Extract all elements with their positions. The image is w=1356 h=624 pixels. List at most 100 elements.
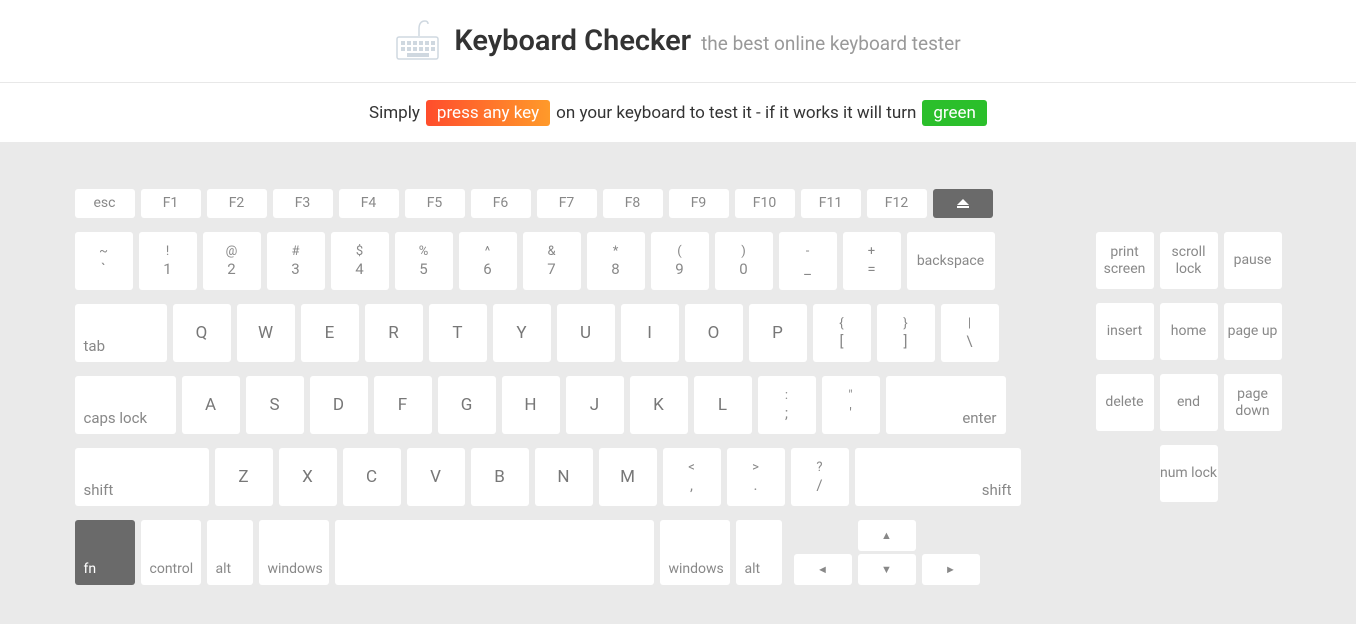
key-m[interactable]: M bbox=[599, 448, 657, 506]
key-f10[interactable]: F10 bbox=[735, 189, 795, 218]
key-s[interactable]: S bbox=[246, 376, 304, 434]
key-arrow-right[interactable]: ► bbox=[922, 554, 980, 585]
key-esc[interactable]: esc bbox=[75, 189, 135, 218]
key-f1[interactable]: F1 bbox=[141, 189, 201, 218]
instructions-prefix: Simply bbox=[369, 103, 420, 123]
key-delete[interactable]: delete bbox=[1096, 374, 1154, 431]
key-v[interactable]: V bbox=[407, 448, 465, 506]
key-slash[interactable]: ?/ bbox=[791, 448, 849, 506]
press-any-key-badge: press any key bbox=[426, 100, 550, 126]
main-keyboard: esc F1 F2 F3 F4 F5 F6 F7 F8 F9 F10 F11 F… bbox=[75, 189, 1021, 624]
key-eject[interactable] bbox=[933, 189, 993, 218]
key-dash[interactable]: -_ bbox=[779, 232, 837, 290]
key-arrow-down[interactable]: ▼ bbox=[858, 554, 916, 585]
key-f2[interactable]: F2 bbox=[207, 189, 267, 218]
key-6[interactable]: ^6 bbox=[459, 232, 517, 290]
key-shift-right[interactable]: shift bbox=[855, 448, 1021, 506]
key-4[interactable]: $4 bbox=[331, 232, 389, 290]
key-9[interactable]: (9 bbox=[651, 232, 709, 290]
key-7[interactable]: &7 bbox=[523, 232, 581, 290]
keyboard-icon bbox=[395, 19, 440, 64]
key-home[interactable]: home bbox=[1160, 303, 1218, 360]
key-alt-right[interactable]: alt bbox=[736, 520, 782, 585]
key-w[interactable]: W bbox=[237, 304, 295, 362]
side-keyboard: print screen scroll lock pause insert ho… bbox=[1096, 232, 1282, 624]
key-num-lock[interactable]: num lock bbox=[1160, 445, 1218, 502]
key-f4[interactable]: F4 bbox=[339, 189, 399, 218]
key-i[interactable]: I bbox=[621, 304, 679, 362]
key-o[interactable]: O bbox=[685, 304, 743, 362]
key-b[interactable]: B bbox=[471, 448, 529, 506]
key-f7[interactable]: F7 bbox=[537, 189, 597, 218]
key-y[interactable]: Y bbox=[493, 304, 551, 362]
green-badge: green bbox=[922, 100, 987, 126]
key-n[interactable]: N bbox=[535, 448, 593, 506]
instructions-middle: on your keyboard to test it - if it work… bbox=[556, 103, 916, 123]
key-f[interactable]: F bbox=[374, 376, 432, 434]
key-t[interactable]: T bbox=[429, 304, 487, 362]
key-l[interactable]: L bbox=[694, 376, 752, 434]
key-arrow-left[interactable]: ◄ bbox=[794, 554, 852, 585]
instructions: Simply press any key on your keyboard to… bbox=[0, 83, 1356, 142]
key-z[interactable]: Z bbox=[215, 448, 273, 506]
key-k[interactable]: K bbox=[630, 376, 688, 434]
key-page-down[interactable]: page down bbox=[1224, 374, 1282, 431]
key-1[interactable]: !1 bbox=[139, 232, 197, 290]
key-j[interactable]: J bbox=[566, 376, 624, 434]
key-2[interactable]: @2 bbox=[203, 232, 261, 290]
key-print-screen[interactable]: print screen bbox=[1096, 232, 1154, 289]
page-subtitle: the best online keyboard tester bbox=[701, 32, 961, 55]
key-c[interactable]: C bbox=[343, 448, 401, 506]
key-tab[interactable]: tab bbox=[75, 304, 167, 362]
key-3[interactable]: #3 bbox=[267, 232, 325, 290]
key-g[interactable]: G bbox=[438, 376, 496, 434]
key-f11[interactable]: F11 bbox=[801, 189, 861, 218]
key-page-up[interactable]: page up bbox=[1224, 303, 1282, 360]
key-e[interactable]: E bbox=[301, 304, 359, 362]
key-enter[interactable]: enter bbox=[886, 376, 1006, 434]
key-windows-right[interactable]: windows bbox=[660, 520, 730, 585]
key-0[interactable]: )0 bbox=[715, 232, 773, 290]
key-capslock[interactable]: caps lock bbox=[75, 376, 176, 434]
key-a[interactable]: A bbox=[182, 376, 240, 434]
key-pause[interactable]: pause bbox=[1224, 232, 1282, 289]
key-arrow-up[interactable]: ▲ bbox=[858, 520, 916, 551]
header: Keyboard Checker the best online keyboar… bbox=[0, 0, 1356, 83]
key-insert[interactable]: insert bbox=[1096, 303, 1154, 360]
key-backslash[interactable]: |\ bbox=[941, 304, 999, 362]
key-f12[interactable]: F12 bbox=[867, 189, 927, 218]
key-5[interactable]: %5 bbox=[395, 232, 453, 290]
key-right-bracket[interactable]: }] bbox=[877, 304, 935, 362]
key-q[interactable]: Q bbox=[173, 304, 231, 362]
keyboard-area: esc F1 F2 F3 F4 F5 F6 F7 F8 F9 F10 F11 F… bbox=[0, 142, 1356, 624]
page-title: Keyboard Checker bbox=[454, 24, 691, 58]
key-space[interactable] bbox=[335, 520, 654, 585]
key-semicolon[interactable]: :; bbox=[758, 376, 816, 434]
key-control[interactable]: control bbox=[141, 520, 201, 585]
key-r[interactable]: R bbox=[365, 304, 423, 362]
key-h[interactable]: H bbox=[502, 376, 560, 434]
key-alt-left[interactable]: alt bbox=[207, 520, 253, 585]
key-equals[interactable]: += bbox=[843, 232, 901, 290]
key-period[interactable]: >. bbox=[727, 448, 785, 506]
key-scroll-lock[interactable]: scroll lock bbox=[1160, 232, 1218, 289]
key-fn[interactable]: fn bbox=[75, 520, 135, 585]
key-f3[interactable]: F3 bbox=[273, 189, 333, 218]
key-f9[interactable]: F9 bbox=[669, 189, 729, 218]
key-shift-left[interactable]: shift bbox=[75, 448, 209, 506]
key-p[interactable]: P bbox=[749, 304, 807, 362]
key-backtick[interactable]: ~` bbox=[75, 232, 133, 290]
key-left-bracket[interactable]: {[ bbox=[813, 304, 871, 362]
key-8[interactable]: *8 bbox=[587, 232, 645, 290]
key-end[interactable]: end bbox=[1160, 374, 1218, 431]
key-comma[interactable]: <, bbox=[663, 448, 721, 506]
key-d[interactable]: D bbox=[310, 376, 368, 434]
key-x[interactable]: X bbox=[279, 448, 337, 506]
key-quote[interactable]: "' bbox=[822, 376, 880, 434]
key-f6[interactable]: F6 bbox=[471, 189, 531, 218]
key-windows-left[interactable]: windows bbox=[259, 520, 329, 585]
key-f5[interactable]: F5 bbox=[405, 189, 465, 218]
key-u[interactable]: U bbox=[557, 304, 615, 362]
key-backspace[interactable]: backspace bbox=[907, 232, 995, 290]
key-f8[interactable]: F8 bbox=[603, 189, 663, 218]
